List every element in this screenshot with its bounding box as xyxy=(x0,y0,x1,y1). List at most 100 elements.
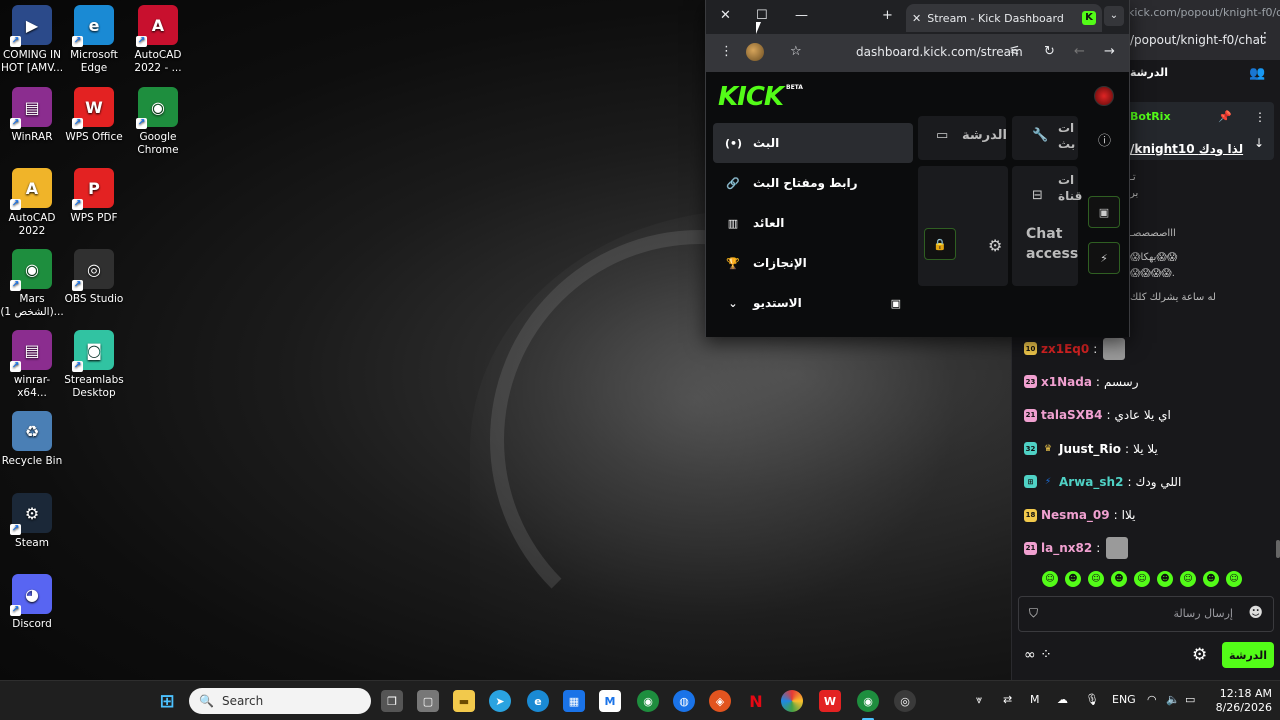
more-vert-icon[interactable]: ⋮ xyxy=(1254,110,1266,124)
desktop-icon[interactable]: ◙ ↗ Streamlabs Desktop xyxy=(62,330,126,400)
tray-settings-icon[interactable]: ⇄ xyxy=(1003,693,1012,706)
kick-logo[interactable]: KICK xyxy=(718,82,784,112)
chat-input[interactable]: ⛉ إرسال رسالة ☻ xyxy=(1018,596,1274,632)
obs-icon[interactable]: ◎ xyxy=(894,690,916,712)
desktop-icon[interactable]: e ↗ Microsoft Edge xyxy=(62,5,126,75)
telegram-icon[interactable]: ➤ xyxy=(489,690,511,712)
quick-actions-button[interactable]: ⚡ xyxy=(1088,242,1120,274)
desktop-icon[interactable]: W ↗ WPS Office xyxy=(62,87,126,144)
settings-gear-icon[interactable]: ⚙ xyxy=(988,236,1002,255)
close-tab-icon[interactable]: ✕ xyxy=(912,12,921,25)
battery-icon[interactable]: ▭ xyxy=(1185,693,1195,706)
chrome-active-icon[interactable]: ◉ xyxy=(857,690,879,712)
bookmark-star-icon[interactable]: ☆ xyxy=(790,44,802,59)
chat-message[interactable]: 23 x1Nada: رسسم xyxy=(1024,365,1274,398)
tray-app-icon[interactable]: ⩔ xyxy=(976,693,982,707)
emote-image[interactable] xyxy=(1106,537,1129,560)
chat-message[interactable]: ⊞ ⚡ Arwa_sh2: اللي ودك xyxy=(1024,465,1274,498)
maximize-icon[interactable]: ☐ xyxy=(756,8,768,23)
edge-icon[interactable]: e xyxy=(527,690,549,712)
chat-message[interactable]: 21 talaSXB4: اي يلا عادي xyxy=(1024,399,1274,432)
emote-icon[interactable]: ☺ xyxy=(1180,571,1196,587)
emote-icon[interactable]: ☻ xyxy=(1065,571,1081,587)
netflix-icon[interactable]: N xyxy=(745,690,767,712)
chat-username[interactable]: Arwa_sh2 xyxy=(1059,475,1123,489)
chat-message[interactable]: 32 ♛ Juust_Rio: يلا يلا xyxy=(1024,432,1274,465)
shield-icon[interactable]: ⛉ xyxy=(1029,606,1038,621)
tray-m-icon[interactable]: M xyxy=(1030,693,1040,706)
loop-icon[interactable]: ∞ ⁘ xyxy=(1024,647,1052,663)
emoji-picker-icon[interactable]: ☻ xyxy=(1248,605,1263,621)
minimize-icon[interactable]: — xyxy=(795,8,808,23)
desktop-icon[interactable]: ◉ ↗ Google Chrome xyxy=(126,87,190,157)
desktop-icon[interactable]: ▤ ↗ WinRAR xyxy=(0,87,64,144)
chat-message[interactable]: 18 Nesma_09: يلاا xyxy=(1024,498,1274,531)
chat-username[interactable]: zx1Eq0 xyxy=(1041,342,1089,356)
wps-icon[interactable]: W xyxy=(819,690,841,712)
desktop-icon[interactable]: P ↗ WPS PDF xyxy=(62,168,126,225)
expand-down-icon[interactable]: ↓ xyxy=(1254,136,1264,150)
chat-window-tab-url[interactable]: kick.com/popout/knight-f0/c... xyxy=(1128,6,1280,19)
studio-icon[interactable]: ▣ xyxy=(891,297,901,310)
desktop-icon[interactable]: ▶ ↗ COMING IN HOT [AMV... xyxy=(0,5,64,75)
pin-icon[interactable]: 📌 xyxy=(1218,110,1232,123)
pinned-message[interactable]: BotRix 📌 ⋮ /knight10 لذا ودك ↓ xyxy=(1126,102,1274,160)
sidebar-item-4[interactable]: ⌄ الاستديو ▣ xyxy=(713,283,913,323)
sidebar-item-3[interactable]: 🏆 الإنجازات xyxy=(713,243,913,283)
widget-chat[interactable]: ▭ الدرشة xyxy=(918,116,1007,160)
site-settings-icon[interactable]: ⚟ xyxy=(1009,44,1021,59)
layout-button[interactable]: ▣ xyxy=(1088,196,1120,228)
cloud-icon[interactable]: ☁ xyxy=(1057,693,1068,706)
widget-stream-tools[interactable]: 🔧 ات بث xyxy=(1012,116,1078,160)
store-icon[interactable]: ▦ xyxy=(563,690,585,712)
close-window-icon[interactable]: ✕ xyxy=(720,8,731,23)
desktop-icon[interactable]: ◕ ↗ Discord xyxy=(0,574,64,631)
more-vert-icon[interactable]: ⋮ xyxy=(1258,30,1272,46)
chat-username[interactable]: talaSXB4 xyxy=(1041,408,1102,422)
desktop-icon[interactable]: ◎ ↗ OBS Studio xyxy=(62,249,126,306)
emote-icon[interactable]: ☺ xyxy=(1088,571,1104,587)
sidebar-item-0[interactable]: (•) البث xyxy=(713,123,913,163)
desktop-icon[interactable]: ♻ Recycle Bin xyxy=(0,411,64,468)
pinned-text[interactable]: /knight10 لذا ودك xyxy=(1130,132,1243,165)
tab-search-icon[interactable]: ⌄ xyxy=(1104,6,1124,26)
users-icon[interactable]: 👥 xyxy=(1249,66,1265,81)
emote-icon[interactable]: ☻ xyxy=(1203,571,1219,587)
info-icon[interactable]: ⓘ xyxy=(1098,130,1111,149)
emote-icon[interactable]: ☻ xyxy=(1111,571,1127,587)
more-vert-icon[interactable]: ⋮ xyxy=(720,44,733,59)
sidebar-item-2[interactable]: ▥ العائد xyxy=(713,203,913,243)
chat-message[interactable]: 21 la_nx82: xyxy=(1024,532,1274,565)
lock-button[interactable]: 🔒 xyxy=(924,228,956,260)
desktop-icon[interactable]: A ↗ AutoCAD 2022 xyxy=(0,168,64,238)
desktop-icon[interactable]: A ↗ AutoCAD 2022 - ... xyxy=(126,5,190,75)
sidebar-item-1[interactable]: 🔗 رابط ومفتاح البث xyxy=(713,163,913,203)
chat-username[interactable]: x1Nada xyxy=(1041,375,1092,389)
chat-username[interactable]: Nesma_09 xyxy=(1041,508,1110,522)
emote-image[interactable] xyxy=(1103,337,1126,360)
widget-chat-access[interactable]: ⊟ ات قناة Chat access xyxy=(1012,166,1082,286)
wifi-icon[interactable]: ◠ xyxy=(1147,693,1157,706)
taskbar-search[interactable]: 🔍 Search xyxy=(189,688,371,714)
settings-gear-icon[interactable]: ⚙ xyxy=(1192,645,1207,665)
windows-start-icon[interactable]: ⊞ xyxy=(156,690,178,712)
back-arrow-icon[interactable]: ← xyxy=(1074,44,1085,59)
forward-arrow-icon[interactable]: → xyxy=(1104,44,1115,59)
scrollbar[interactable] xyxy=(1276,540,1280,558)
desktop-icon[interactable]: ⚙ ↗ Steam xyxy=(0,493,64,550)
chat-username[interactable]: la_nx82 xyxy=(1041,541,1092,555)
new-tab-icon[interactable]: + xyxy=(882,8,893,23)
chat-window-url[interactable]: /popout/knight-f0/chat xyxy=(1130,33,1265,47)
desktop-icon[interactable]: ▤ ↗ winrar-x64... xyxy=(0,330,64,400)
desktop-icon[interactable]: ◉ ↗ Mars (الشخص 1)... xyxy=(0,249,64,319)
emote-icon[interactable]: ☺ xyxy=(1226,571,1242,587)
chat-username[interactable]: Juust_Rio xyxy=(1059,442,1121,456)
language-indicator[interactable]: ENG xyxy=(1112,693,1136,706)
user-avatar[interactable] xyxy=(1094,86,1114,106)
app-red-icon[interactable]: ◈ xyxy=(709,690,731,712)
chat-send-button[interactable]: الدرشة xyxy=(1222,642,1274,668)
profile-avatar[interactable] xyxy=(746,43,764,61)
clock[interactable]: 12:18 AM 8/26/2026 xyxy=(1208,687,1272,715)
app-m-icon[interactable]: M xyxy=(599,690,621,712)
task-view-icon[interactable]: ❐ xyxy=(381,690,403,712)
